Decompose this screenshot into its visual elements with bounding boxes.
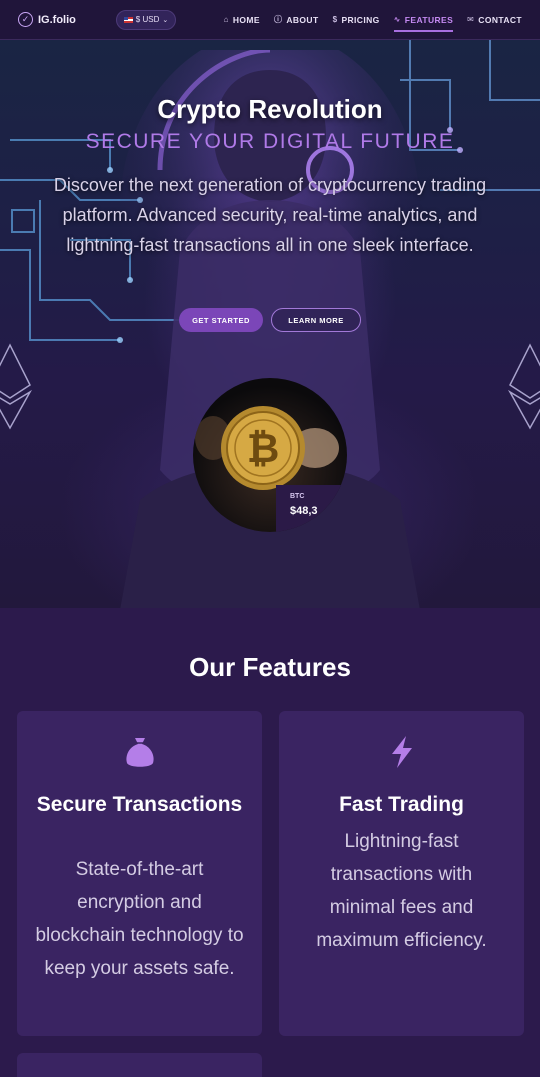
info-icon: ⓘ [273,15,283,24]
get-started-button[interactable]: GET STARTED [179,308,263,332]
learn-more-button[interactable]: LEARN MORE [271,308,361,332]
nav-about-label: ABOUT [286,14,319,25]
features-title: Our Features [189,652,351,682]
feature-card-fast: Fast Trading Lightning-fast transactions… [279,711,524,1036]
us-flag-icon [123,16,133,23]
nav-features-label: FEATURES [404,14,454,25]
home-icon: ⌂ [223,15,229,24]
ethereum-icon [507,343,540,430]
feature-title: Fast Trading [339,793,464,816]
nav-contact[interactable]: ✉ CONTACT [467,0,522,40]
pulse-icon: ∿ [393,15,401,24]
hero-subtitle: SECURE YOUR DIGITAL FUTURE [85,130,455,153]
feature-card [17,1053,262,1077]
feature-description: State-of-the-art encryption and blockcha… [35,859,244,979]
nav-pricing[interactable]: $ PRICING [333,0,380,40]
bitcoin-card: ₿ BTC $48,3 [193,378,347,532]
dollar-icon: $ [332,15,338,24]
hero-buttons: GET STARTED LEARN MORE [0,308,540,332]
hero-description: Discover the next generation of cryptocu… [53,175,487,255]
chevron-down-icon: ⌄ [162,16,169,24]
svg-text:₿: ₿ [247,426,280,472]
features-section: Our Features Secure Transactions State-o… [0,608,540,1077]
feature-card-secure: Secure Transactions State-of-the-art enc… [17,711,262,1036]
btc-price-ticker: BTC $48,3 [276,485,347,532]
hero-title: Crypto Revolution [157,94,383,124]
nav-contact-label: CONTACT [478,14,522,25]
nav-menu: ⌂ HOME ⓘ ABOUT $ PRICING ∿ FEATURES ✉ CO… [224,0,522,40]
brand[interactable]: ✓ IG.folio [18,12,114,27]
hero-section: Crypto Revolution SECURE YOUR DIGITAL FU… [0,40,540,608]
mail-icon: ✉ [467,15,475,24]
money-bag-icon [17,735,262,771]
ticker-price: $48,3 [290,505,318,517]
nav-about[interactable]: ⓘ ABOUT [274,0,319,40]
feature-description: Lightning-fast transactions with minimal… [316,831,487,951]
currency-label: $ USD [135,15,160,24]
brand-name: IG.folio [38,13,76,26]
check-circle-icon: ✓ [18,12,33,27]
ethereum-icon [0,343,33,430]
top-navbar: ✓ IG.folio $ USD ⌄ ⌂ HOME ⓘ ABOUT $ PRIC… [0,0,540,40]
ticker-symbol: BTC [290,493,305,500]
currency-selector[interactable]: $ USD ⌄ [116,9,176,30]
nav-pricing-label: PRICING [341,14,380,25]
nav-home-label: HOME [232,14,260,25]
nav-features[interactable]: ∿ FEATURES [393,0,454,40]
nav-home[interactable]: ⌂ HOME [224,0,260,40]
lightning-icon [279,735,524,769]
feature-title: Secure Transactions [36,793,243,816]
